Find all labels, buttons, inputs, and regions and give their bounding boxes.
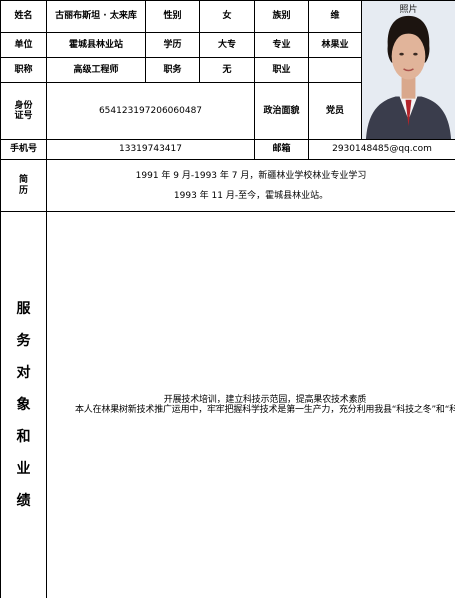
unit-label: 单位 (0, 32, 47, 58)
occupation-label: 职业 (254, 57, 309, 83)
photo-cell: 照片 (361, 0, 455, 140)
major-label: 专业 (254, 32, 309, 58)
email-value: 2930148485@qq.com (308, 139, 455, 160)
position-label: 职务 (145, 57, 200, 83)
profile-sheet: 姓名 古丽布斯坦 · 太来库 性别 女 族别 维 照片 单位 霍城县林业站 学历… (0, 0, 455, 598)
education-label: 学历 (145, 32, 200, 58)
name-label: 姓名 (0, 0, 47, 33)
id-number: 654123197206060487 (46, 82, 255, 140)
row-resume: 简 历 1991 年 9 月-1993 年 7 月，新疆林业学校林业专业学习 1… (0, 159, 455, 212)
unit-value: 霍城县林业站 (46, 32, 146, 58)
achievements-text: 开展技术培训，建立科技示范园，提高果农技术素质 本人在林果树新技术推广运用中，牢… (46, 211, 455, 598)
resume-label-cell: 简 历 (0, 159, 47, 212)
resume-label-top: 简 (18, 175, 28, 186)
portrait-photo: 照片 (362, 1, 455, 139)
photo-caption: 照片 (399, 5, 418, 15)
name-value: 古丽布斯坦 · 太来库 (46, 0, 146, 33)
id-label-top: 身份 (14, 100, 33, 111)
achievements-body: 本人在林果树新技术推广运用中，牢牢把握科学技术是第一生产力，充分利用我县“科技之… (75, 405, 455, 415)
email-label: 邮箱 (254, 139, 309, 160)
ethnicity-label: 族别 (254, 0, 309, 33)
row-achievements: 服 务 对 象 和 业 绩 开展技术培训，建立科技示范园，提高果农技术素质 本人… (0, 211, 455, 598)
resume-label-bottom: 历 (18, 185, 28, 196)
gender-label: 性别 (145, 0, 200, 33)
politics-label: 政治面貌 (254, 82, 309, 140)
resume-entry: 1993 年 11 月-至今，霍城县林业站。 (173, 190, 329, 201)
achievements-label-cell: 服 务 对 象 和 业 绩 (0, 211, 47, 598)
resume-entry: 1991 年 9 月-1993 年 7 月，新疆林业学校林业专业学习 (135, 170, 367, 181)
resume-entries: 1991 年 9 月-1993 年 7 月，新疆林业学校林业专业学习 1993 … (46, 159, 455, 212)
achievements-heading: 开展技术培训，建立科技示范园，提高果农技术素质 (163, 394, 367, 405)
id-label-bottom: 证号 (14, 111, 33, 121)
phone-label: 手机号 (0, 139, 47, 160)
id-label-cell: 身份 证号 (0, 82, 47, 140)
profile-table: 姓名 古丽布斯坦 · 太来库 性别 女 族别 维 照片 单位 霍城县林业站 学历… (0, 0, 455, 598)
education-value: 大专 (199, 32, 255, 58)
row-name: 姓名 古丽布斯坦 · 太来库 性别 女 族别 维 照片 (0, 0, 455, 140)
achievements-label: 服 务 对 象 和 业 绩 (16, 301, 31, 509)
occupation-value (308, 57, 362, 83)
title-label: 职称 (0, 57, 47, 83)
title-value: 高级工程师 (46, 57, 146, 83)
row-phone: 手机号 13319743417 邮箱 2930148485@qq.com (0, 139, 455, 160)
phone-value: 13319743417 (46, 139, 255, 160)
politics-value: 党员 (308, 82, 362, 140)
major-value: 林果业 (308, 32, 362, 58)
gender-value: 女 (199, 0, 255, 33)
position-value: 无 (199, 57, 255, 83)
ethnicity-value: 维 (308, 0, 362, 33)
portrait-image (362, 1, 455, 139)
resume-label: 简 历 (2, 175, 46, 196)
id-label: 身份 证号 (2, 100, 46, 122)
